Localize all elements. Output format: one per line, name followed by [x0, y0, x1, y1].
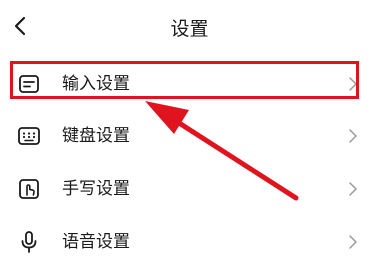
- microphone-icon: [16, 230, 42, 254]
- chevron-right-icon: [348, 180, 358, 198]
- menu-item-handwriting-settings[interactable]: 手写设置: [0, 165, 379, 213]
- menu-item-voice-settings[interactable]: 语音设置: [0, 218, 379, 266]
- input-box-icon: [16, 72, 42, 96]
- menu-item-label: 输入设置: [62, 74, 130, 94]
- menu-item-label: 键盘设置: [62, 126, 130, 146]
- keyboard-icon: [16, 124, 42, 148]
- chevron-right-icon: [348, 127, 358, 145]
- chevron-right-icon: [348, 233, 358, 251]
- menu-item-label: 手写设置: [62, 179, 130, 199]
- menu-item-input-settings[interactable]: 输入设置: [0, 60, 379, 108]
- chevron-right-icon: [348, 75, 358, 93]
- page-title: 设置: [170, 18, 209, 40]
- menu-item-label: 语音设置: [62, 232, 130, 252]
- header-bar: 设置: [0, 0, 379, 56]
- menu-item-keyboard-settings[interactable]: 键盘设置: [0, 112, 379, 160]
- handwriting-icon: [16, 177, 42, 201]
